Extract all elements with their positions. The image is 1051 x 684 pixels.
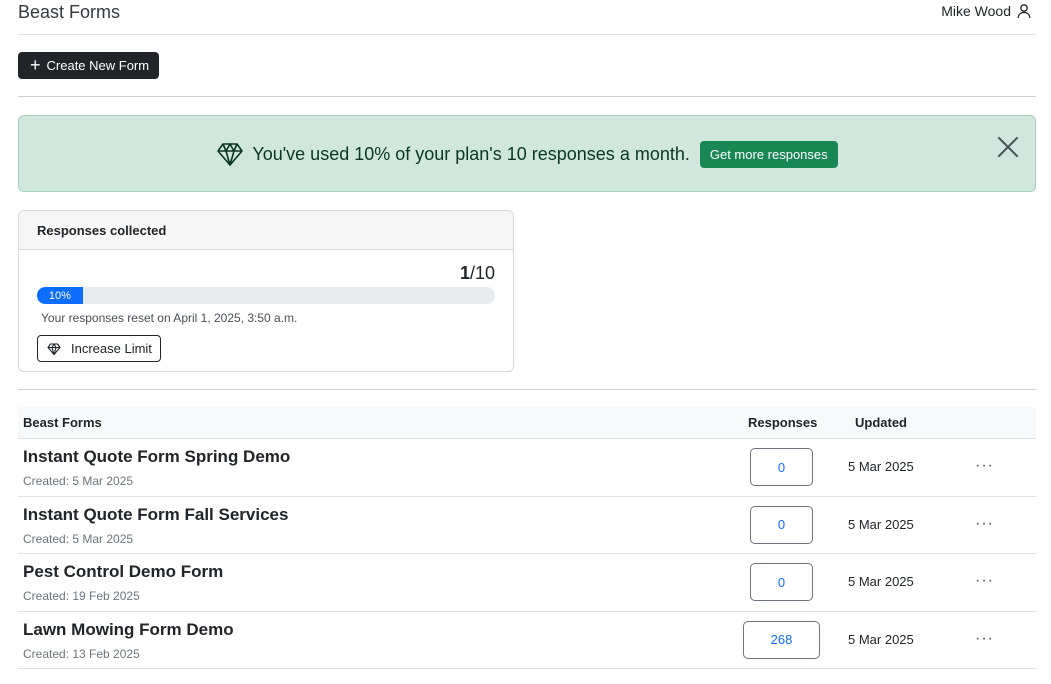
- form-created-date: Created: 5 Mar 2025: [23, 531, 134, 546]
- increase-limit-label: Increase Limit: [71, 341, 152, 356]
- forms-table: Beast Forms Responses Updated Instant Qu…: [18, 407, 1036, 669]
- table-row: Instant Quote Form Fall Services Created…: [18, 497, 1036, 554]
- user-icon: [1017, 4, 1031, 19]
- responses-count-button[interactable]: 0: [750, 448, 813, 486]
- form-updated-date: 5 Mar 2025: [848, 574, 914, 589]
- form-name-link[interactable]: Instant Quote Form Spring Demo: [23, 447, 290, 467]
- divider: [18, 389, 1036, 390]
- form-name-link[interactable]: Lawn Mowing Form Demo: [23, 620, 234, 640]
- form-name-link[interactable]: Pest Control Demo Form: [23, 562, 223, 582]
- more-options-icon[interactable]: ···: [975, 572, 994, 590]
- form-updated-date: 5 Mar 2025: [848, 459, 914, 474]
- column-header-updated: Updated: [855, 415, 907, 430]
- more-options-icon[interactable]: ···: [975, 457, 994, 475]
- responses-count-button[interactable]: 268: [743, 620, 820, 659]
- create-new-form-button[interactable]: + Create New Form: [18, 52, 160, 79]
- form-created-date: Created: 5 Mar 2025: [23, 474, 134, 488]
- usage-alert-banner: You've used 10% of your plan's 10 respon…: [18, 115, 1036, 192]
- form-updated-date: 5 Mar 2025: [848, 631, 914, 647]
- reset-note: Your responses reset on April 1, 2025, 3…: [41, 311, 298, 325]
- more-options-icon[interactable]: ···: [975, 515, 994, 533]
- usage-alert-message: You've used 10% of your plan's 10 respon…: [252, 143, 690, 164]
- usage-progress-fill: 10%: [37, 287, 83, 304]
- responses-collected-card: Responses collected 1/10 10% Your respon…: [18, 210, 514, 372]
- more-options-icon[interactable]: ···: [975, 630, 994, 648]
- form-name-link[interactable]: Instant Quote Form Fall Services: [23, 505, 288, 525]
- divider: [18, 96, 1036, 97]
- create-new-form-label: Create New Form: [46, 58, 150, 73]
- column-header-responses: Responses: [748, 415, 818, 430]
- app-title: Beast Forms: [18, 2, 121, 22]
- plus-icon: +: [30, 54, 41, 75]
- responses-count: 1/10: [460, 263, 495, 284]
- usage-progress-bar: 10%: [37, 287, 495, 304]
- table-row: Lawn Mowing Form Demo Created: 13 Feb 20…: [18, 612, 1036, 669]
- increase-limit-button[interactable]: Increase Limit: [37, 335, 161, 362]
- responses-limit: /10: [469, 263, 495, 283]
- user-menu[interactable]: Mike Wood: [941, 3, 1032, 19]
- responses-count-button[interactable]: 0: [750, 505, 813, 544]
- form-updated-date: 5 Mar 2025: [848, 516, 914, 532]
- table-row: Pest Control Demo Form Created: 19 Feb 2…: [18, 554, 1036, 612]
- column-header-name: Beast Forms: [23, 415, 102, 430]
- form-created-date: Created: 13 Feb 2025: [23, 646, 140, 661]
- card-title: Responses collected: [19, 211, 513, 250]
- responses-used: 1: [459, 263, 470, 283]
- table-row: Instant Quote Form Spring Demo Created: …: [18, 439, 1036, 497]
- top-bar: Beast Forms Mike Wood: [18, 0, 1036, 35]
- table-header: Beast Forms Responses Updated: [18, 407, 1036, 439]
- get-more-responses-button[interactable]: Get more responses: [699, 140, 838, 168]
- close-icon[interactable]: [997, 136, 1019, 158]
- form-created-date: Created: 19 Feb 2025: [23, 589, 140, 603]
- diamond-icon: [217, 143, 244, 166]
- responses-count-button[interactable]: 0: [750, 563, 813, 601]
- user-name: Mike Wood: [941, 3, 1011, 19]
- diamond-icon: [47, 342, 61, 355]
